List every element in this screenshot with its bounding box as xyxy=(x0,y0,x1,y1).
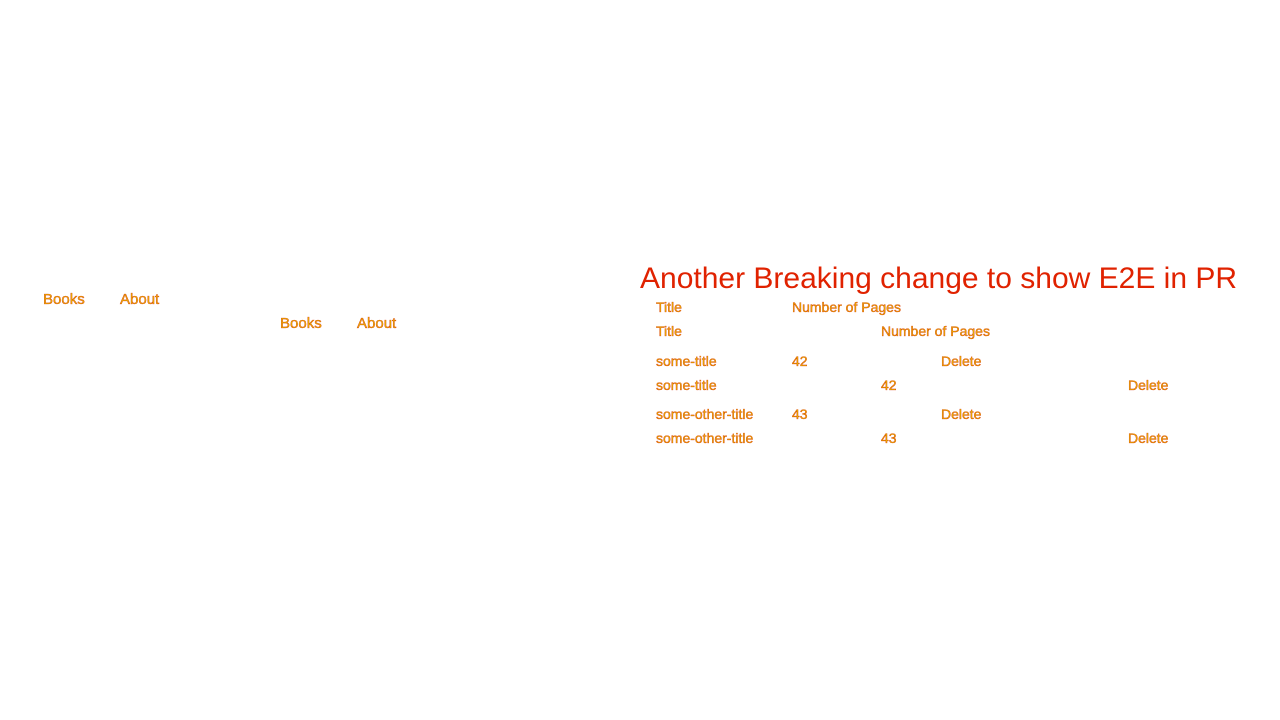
row-pages: 42 xyxy=(792,353,808,369)
delete-button[interactable]: Delete xyxy=(941,406,982,422)
nav-link-books-secondary[interactable]: Books xyxy=(280,315,322,332)
header-title: Title xyxy=(656,299,682,315)
row-pages: 42 xyxy=(881,377,897,393)
header-pages: Number of Pages xyxy=(881,323,990,339)
row-pages: 43 xyxy=(881,430,897,446)
row-pages: 43 xyxy=(792,406,808,422)
header-pages: Number of Pages xyxy=(792,299,901,315)
nav-link-books[interactable]: Books xyxy=(43,291,85,308)
row-title: some-title xyxy=(656,377,717,393)
row-title: some-title xyxy=(656,353,717,369)
row-title: some-other-title xyxy=(656,430,754,446)
row-title: some-other-title xyxy=(656,406,754,422)
delete-button[interactable]: Delete xyxy=(1128,430,1169,446)
delete-button[interactable]: Delete xyxy=(1128,377,1169,393)
page-title: Another Breaking change to show E2E in P… xyxy=(640,262,1238,295)
nav-link-about-secondary[interactable]: About xyxy=(357,315,397,332)
delete-button[interactable]: Delete xyxy=(941,353,982,369)
nav-link-about[interactable]: About xyxy=(120,291,160,308)
header-title: Title xyxy=(656,323,682,339)
